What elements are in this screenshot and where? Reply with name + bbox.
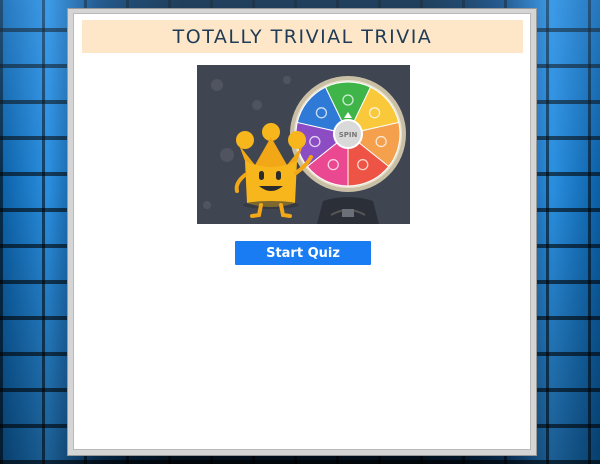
spin-label: SPIN xyxy=(339,131,358,139)
wheel-stand xyxy=(317,197,379,224)
title-banner: TOTALLY TRIVIAL TRIVIA xyxy=(82,20,523,53)
spin-wheel: SPIN xyxy=(290,76,406,192)
start-quiz-button[interactable]: Start Quiz xyxy=(235,241,371,265)
page-title: TOTALLY TRIVIAL TRIVIA xyxy=(172,25,433,48)
crown-wheel-illustration: SPIN xyxy=(197,65,410,224)
hero-image: SPIN xyxy=(197,65,410,224)
